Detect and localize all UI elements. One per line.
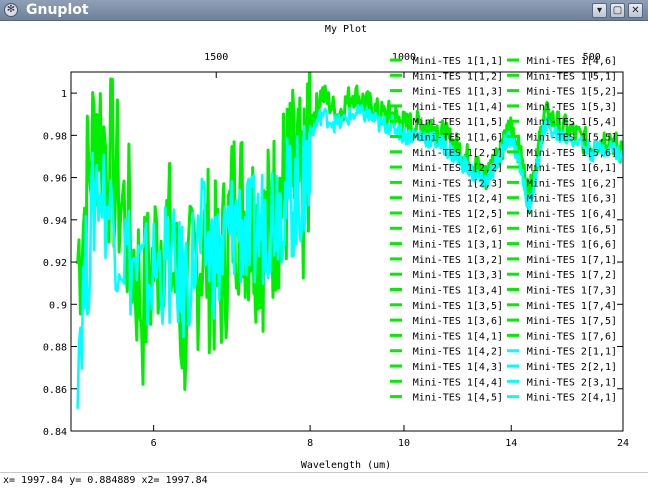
y-tick-label: 0.92 <box>43 258 67 269</box>
legend-label: Mini-TES 1[4,1] <box>413 331 503 342</box>
legend-label: Mini-TES 1[3,5] <box>413 301 503 312</box>
legend-label: Mini-TES 1[1,5] <box>413 117 503 128</box>
gear-icon[interactable]: ✻ <box>4 3 18 17</box>
chevron-down-icon[interactable]: ▾ <box>592 3 607 18</box>
close-icon[interactable]: ✕ <box>628 3 643 18</box>
status-bar: x= 1997.84 y= 0.884889 x2= 1997.84 <box>0 472 648 489</box>
legend-label: Mini-TES 1[7,6] <box>527 331 617 342</box>
chart-title: My Plot <box>325 24 367 35</box>
legend-label: Mini-TES 1[6,4] <box>527 209 617 220</box>
y-tick-label: 0.86 <box>43 385 67 396</box>
legend-label: Mini-TES 1[5,5] <box>527 133 617 144</box>
legend-label: Mini-TES 1[1,3] <box>413 87 503 98</box>
plot-area[interactable]: My Plot Wavelength (um) 1 0.98 0.96 0.94 0.9… <box>0 21 648 472</box>
restore-icon[interactable]: ▢ <box>610 3 625 18</box>
legend-label: Mini-TES 1[7,4] <box>527 301 617 312</box>
x-tick-label: 8 <box>307 438 313 449</box>
y-tick-label: 0.96 <box>43 174 67 185</box>
legend-label: Mini-TES 1[2,6] <box>413 224 503 235</box>
legend-label: Mini-TES 1[3,3] <box>413 270 503 281</box>
legend-label: Mini-TES 1[4,5] <box>413 393 503 404</box>
legend-label: Mini-TES 1[7,3] <box>527 286 617 297</box>
legend-label: Mini-TES 1[1,6] <box>413 133 503 144</box>
y-tick-label: 1 <box>61 89 67 100</box>
legend-label: Mini-TES 1[7,2] <box>527 270 617 281</box>
legend-label: Mini-TES 1[4,2] <box>413 347 503 358</box>
legend-label: Mini-TES 1[1,2] <box>413 71 503 82</box>
legend-label: Mini-TES 1[3,1] <box>413 240 503 251</box>
legend-label: Mini-TES 1[5,3] <box>527 102 617 113</box>
legend-label: Mini-TES 1[6,5] <box>527 224 617 235</box>
window-titlebar[interactable]: ✻ Gnuplot ▾ ▢ ✕ <box>0 0 648 21</box>
y-tick-label: 0.94 <box>43 216 67 227</box>
legend-label: Mini-TES 2[1,1] <box>527 347 617 358</box>
x2-tick-label: 1500 <box>204 52 228 63</box>
legend-label: Mini-TES 1[2,1] <box>413 148 503 159</box>
legend-label: Mini-TES 2[3,1] <box>527 377 617 388</box>
legend-label: Mini-TES 1[1,4] <box>413 102 503 113</box>
legend-label: Mini-TES 1[7,5] <box>527 316 617 327</box>
legend-label: Mini-TES 1[5,2] <box>527 87 617 98</box>
y-tick-label: 0.98 <box>43 131 67 142</box>
x-tick-label: 6 <box>151 438 157 449</box>
legend-label: Mini-TES 1[6,2] <box>527 178 617 189</box>
legend-label: Mini-TES 1[5,1] <box>527 71 617 82</box>
window-title: Gnuplot <box>26 2 89 18</box>
legend-label: Mini-TES 1[5,6] <box>527 148 617 159</box>
legend-label: Mini-TES 1[6,6] <box>527 240 617 251</box>
y-tick-label: 0.9 <box>49 300 67 311</box>
legend-label: Mini-TES 1[5,4] <box>527 117 617 128</box>
legend-label: Mini-TES 1[6,3] <box>527 194 617 205</box>
x-tick-label: 10 <box>398 438 410 449</box>
legend-label: Mini-TES 1[2,3] <box>413 178 503 189</box>
y-tick-label: 0.84 <box>43 427 67 438</box>
x-axis-label: Wavelength (um) <box>301 460 391 471</box>
legend-label: Mini-TES 1[6,1] <box>527 163 617 174</box>
y-tick-label: 0.88 <box>43 343 67 354</box>
cursor-coordinates: x= 1997.84 y= 0.884889 x2= 1997.84 <box>3 475 208 486</box>
legend-label: Mini-TES 1[2,4] <box>413 194 503 205</box>
legend-label: Mini-TES 2[4,1] <box>527 393 617 404</box>
chart-svg[interactable]: My Plot Wavelength (um) 10.980.960.940.9… <box>0 21 648 472</box>
legend-label: Mini-TES 1[4,3] <box>413 362 503 373</box>
legend-label: Mini-TES 1[3,2] <box>413 255 503 266</box>
legend-label: Mini-TES 1[2,2] <box>413 163 503 174</box>
legend-label: Mini-TES 1[7,1] <box>527 255 617 266</box>
x-tick-label: 14 <box>505 438 517 449</box>
legend-label: Mini-TES 2[2,1] <box>527 362 617 373</box>
legend-label: Mini-TES 1[3,4] <box>413 286 503 297</box>
legend-label: Mini-TES 1[4,4] <box>413 377 503 388</box>
legend-label: Mini-TES 1[1,1] <box>413 56 503 67</box>
legend-label: Mini-TES 1[4,6] <box>527 56 617 67</box>
legend-label: Mini-TES 1[2,5] <box>413 209 503 220</box>
x-tick-label: 24 <box>617 438 629 449</box>
legend-label: Mini-TES 1[3,6] <box>413 316 503 327</box>
